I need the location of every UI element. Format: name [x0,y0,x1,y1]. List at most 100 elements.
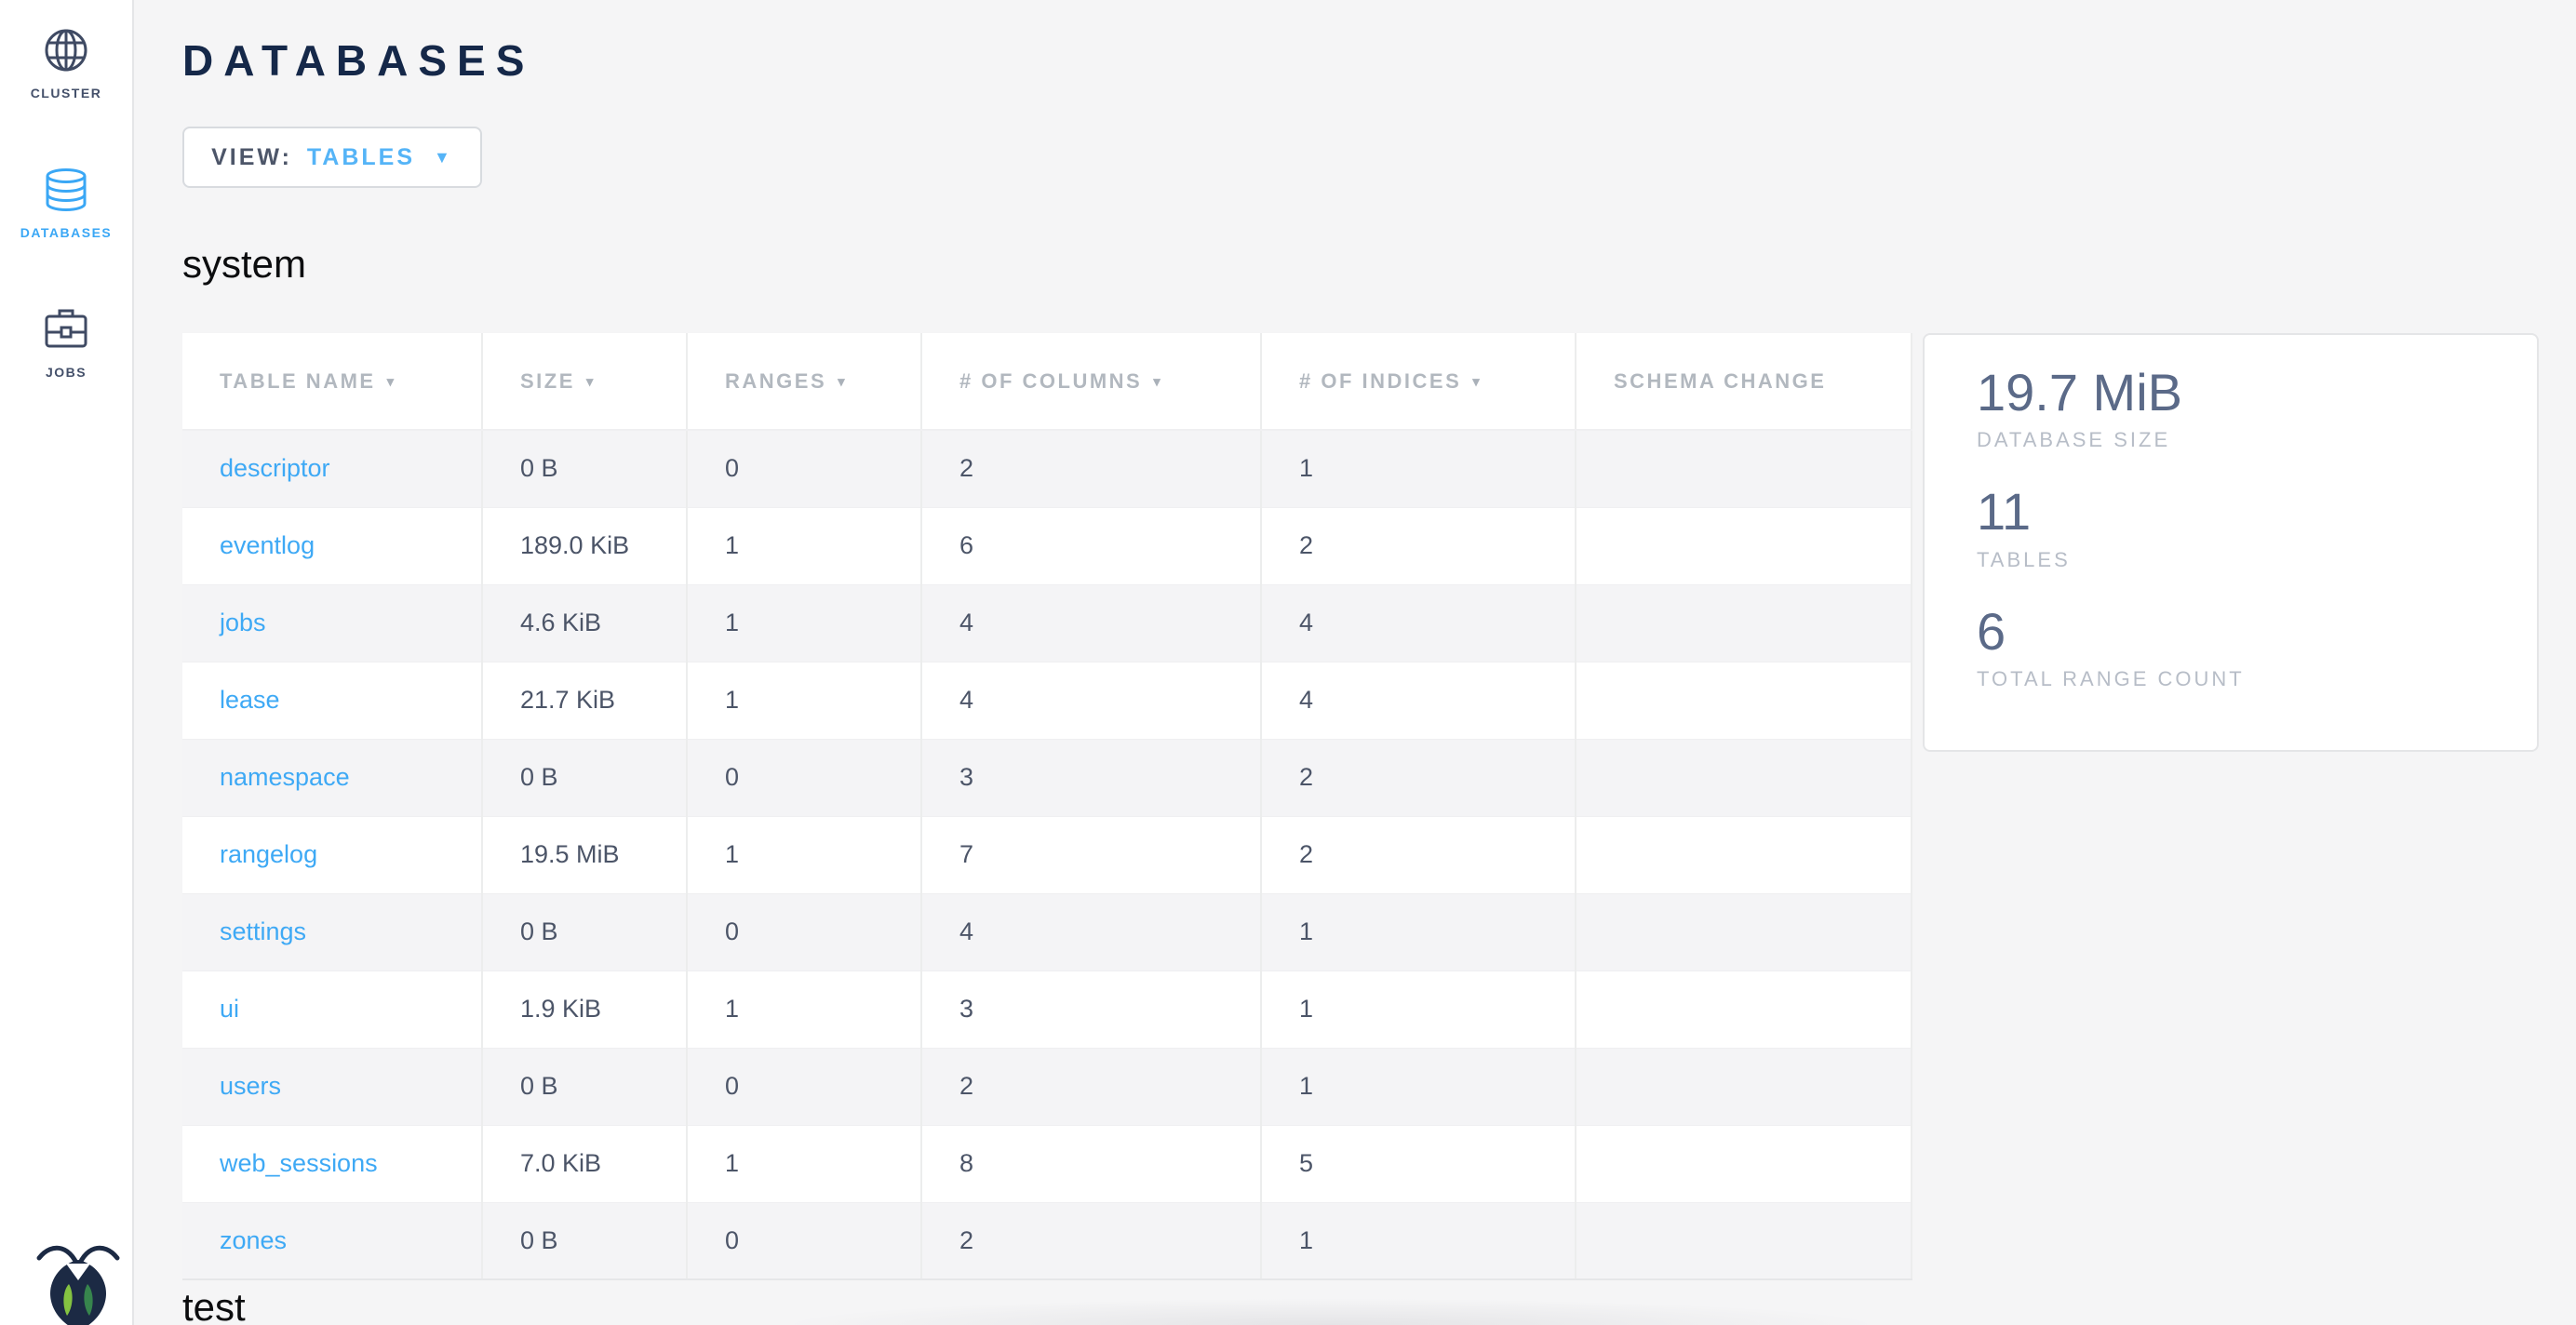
table-name-link[interactable]: lease [220,686,280,714]
column-header-label: TABLE NAME [220,369,376,393]
sort-caret-icon: ▾ [838,374,847,390]
cell-num-indices: 1 [1261,1048,1576,1125]
cell-size: 0 B [482,893,687,970]
view-selector-label: VIEW: [211,144,292,171]
cell-size: 4.6 KiB [482,584,687,662]
summary-stat-value: 19.7 MiB [1977,363,2537,422]
cell-schema-change [1576,584,1912,662]
cell-schema-change [1576,1202,1912,1279]
table-name-link[interactable]: zones [220,1226,287,1254]
system-tables-table: TABLE NAME▾SIZE▾RANGES▾# OF COLUMNS▾# OF… [182,333,1912,1280]
table-row: lease21.7 KiB144 [182,662,1912,739]
table-row: users0 B021 [182,1048,1912,1125]
database-heading-test: test [182,1285,2576,1325]
cell-size: 19.5 MiB [482,816,687,893]
sidebar: CLUSTER DATABASES JOBS [0,0,134,1325]
cell-schema-change [1576,970,1912,1048]
sidebar-item-cluster[interactable]: CLUSTER [31,28,102,100]
column-header-table-name[interactable]: TABLE NAME ▾ [182,333,482,430]
column-header-of-columns[interactable]: # OF COLUMNS▾ [921,333,1261,430]
cell-num-indices: 1 [1261,1202,1576,1279]
database-heading-system: system [182,242,2576,287]
cell-ranges: 0 [687,739,921,816]
table-name-link[interactable]: ui [220,995,239,1023]
sort-caret-icon: ▾ [1472,374,1482,390]
cell-table-name: jobs [182,584,482,662]
sidebar-item-label: CLUSTER [31,86,102,100]
cell-num-columns: 3 [921,970,1261,1048]
sort-caret-icon: ▾ [387,374,396,390]
cell-num-columns: 8 [921,1125,1261,1202]
table-name-link[interactable]: users [220,1072,281,1100]
table-row: jobs4.6 KiB144 [182,584,1912,662]
cell-num-columns: 4 [921,893,1261,970]
cell-table-name: zones [182,1202,482,1279]
table-row: namespace0 B032 [182,739,1912,816]
cell-size: 0 B [482,430,687,507]
cell-num-indices: 2 [1261,507,1576,584]
cell-table-name: namespace [182,739,482,816]
sidebar-item-label: JOBS [46,365,87,380]
summary-stat-label: TOTAL RANGE COUNT [1977,667,2537,691]
table-name-link[interactable]: web_sessions [220,1149,378,1177]
cell-size: 0 B [482,739,687,816]
cell-num-indices: 5 [1261,1125,1576,1202]
sidebar-nav: CLUSTER DATABASES JOBS [0,0,132,447]
summary-stat-value: 11 [1977,482,2537,542]
summary-stat: 19.7 MiB DATABASE SIZE [1977,363,2537,452]
cell-num-columns: 6 [921,507,1261,584]
cell-schema-change [1576,739,1912,816]
summary-stat-label: TABLES [1977,548,2537,572]
column-header-label: SCHEMA CHANGE [1614,369,1826,393]
summary-stat-label: DATABASE SIZE [1977,428,2537,452]
column-header-label: SIZE [520,369,575,393]
cell-ranges: 0 [687,1048,921,1125]
table-name-link[interactable]: rangelog [220,840,317,868]
globe-icon [44,28,88,73]
cell-schema-change [1576,1048,1912,1125]
view-selector-button[interactable]: VIEW: TABLES ▼ [182,127,482,188]
table-name-link[interactable]: namespace [220,763,350,791]
summary-stat-value: 6 [1977,602,2537,662]
view-selector-value: TABLES [307,144,415,171]
table-name-link[interactable]: jobs [220,609,266,636]
sidebar-item-label: DATABASES [20,225,113,240]
column-header-label: # OF INDICES [1299,369,1461,393]
sort-caret-icon: ▾ [1153,374,1162,390]
table-row: ui1.9 KiB131 [182,970,1912,1048]
page-title: DATABASES [182,35,2576,86]
cell-ranges: 1 [687,584,921,662]
sidebar-item-databases[interactable]: DATABASES [20,167,113,240]
cell-schema-change [1576,507,1912,584]
table-row: descriptor0 B021 [182,430,1912,507]
cell-ranges: 1 [687,507,921,584]
sort-caret-icon: ▾ [586,374,596,390]
cell-table-name: eventlog [182,507,482,584]
cell-schema-change [1576,430,1912,507]
cell-table-name: users [182,1048,482,1125]
column-header-ranges[interactable]: RANGES▾ [687,333,921,430]
cell-schema-change [1576,1125,1912,1202]
table-row: settings0 B041 [182,893,1912,970]
cell-ranges: 1 [687,662,921,739]
table-name-link[interactable]: descriptor [220,454,330,482]
table-row: zones0 B021 [182,1202,1912,1279]
table-row: web_sessions7.0 KiB185 [182,1125,1912,1202]
cell-num-indices: 2 [1261,816,1576,893]
cell-num-columns: 7 [921,816,1261,893]
cell-size: 0 B [482,1202,687,1279]
cell-table-name: web_sessions [182,1125,482,1202]
cell-table-name: descriptor [182,430,482,507]
sidebar-item-jobs[interactable]: JOBS [44,307,88,380]
cell-size: 7.0 KiB [482,1125,687,1202]
cell-table-name: lease [182,662,482,739]
cell-num-indices: 1 [1261,893,1576,970]
table-name-link[interactable]: settings [220,917,306,945]
column-header-size[interactable]: SIZE ▾ [482,333,687,430]
cockroachdb-logo[interactable] [34,1236,123,1325]
database-icon [44,167,88,212]
cell-num-columns: 4 [921,662,1261,739]
table-name-link[interactable]: eventlog [220,531,315,559]
column-header-of-indices[interactable]: # OF INDICES ▾ [1261,333,1576,430]
cell-size: 21.7 KiB [482,662,687,739]
